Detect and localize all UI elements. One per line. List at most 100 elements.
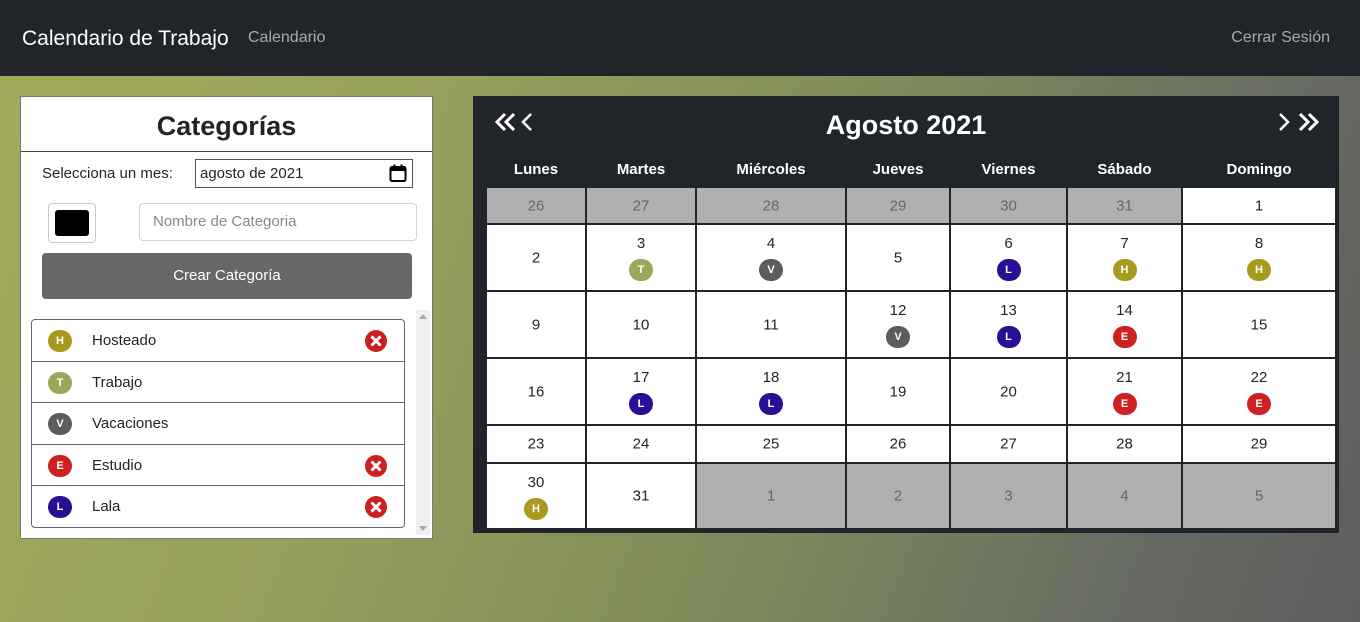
calendar-day-other-month[interactable]: 1 [697,464,845,528]
event-badge[interactable]: V [886,326,910,348]
day-number: 31 [1116,197,1133,214]
color-picker[interactable] [48,203,96,243]
event-badge[interactable]: E [1112,326,1137,348]
category-name: Vacaciones [92,415,169,433]
calendar-day[interactable]: 13 L [951,292,1066,357]
calendar-day-other-month[interactable]: 5 [1183,464,1335,528]
calendar-day[interactable]: 10 [587,292,695,357]
calendar-day[interactable]: 30 H [487,464,585,528]
calendar-day[interactable]: 28 [1068,426,1181,462]
calendar-day[interactable]: 4V [697,225,845,290]
calendar-day-other-month[interactable]: 26 [487,188,585,223]
calendar-day[interactable]: 20 [951,359,1066,424]
event-badge[interactable]: V [759,259,783,281]
calendar-day[interactable]: 14 E [1068,292,1181,357]
calendar-day[interactable]: 25 [697,426,845,462]
scroll-down-icon[interactable] [419,526,427,531]
calendar-day[interactable]: 21 E [1068,359,1181,424]
calendar-day-other-month[interactable]: 4 [1068,464,1181,528]
day-number: 24 [632,435,650,453]
event-badge[interactable]: L [629,393,653,415]
day-number: 29 [889,197,907,214]
calendar-day-other-month[interactable]: 30 [951,188,1066,223]
calendar-day[interactable]: 27 [951,426,1066,462]
calendar-day[interactable]: 1 [1183,188,1335,223]
calendar-day[interactable]: 5 [847,225,949,290]
category-name: Estudio [92,456,143,474]
calendar-day[interactable]: 17 L [587,359,695,424]
calendar-day[interactable]: 15 [1183,292,1335,357]
day-number: 30 [1000,197,1017,214]
calendar-day[interactable]: 31 [587,464,695,528]
day-number: 16 [527,383,545,400]
category-badge: H [48,330,72,352]
calendar-day[interactable]: 2 [487,225,585,290]
event-badge[interactable]: H [1112,259,1137,281]
event-badge[interactable]: H [524,498,548,520]
category-item[interactable]: T Trabajo [32,362,404,404]
calendar-day-other-month[interactable]: 29 [847,188,949,223]
delete-category-icon[interactable] [364,495,388,519]
calendar-day[interactable]: 12 V [847,292,949,357]
delete-category-icon[interactable] [364,329,388,353]
day-number: 26 [527,197,545,214]
calendar-day[interactable]: 19 [847,359,949,424]
event-badge[interactable]: L [996,326,1021,348]
calendar-day-other-month[interactable]: 31 [1068,188,1181,223]
day-number: 8 [1254,235,1264,252]
calendar-day[interactable]: 16 [487,359,585,424]
day-number: 15 [1250,316,1268,333]
calendar-day[interactable]: 8H [1183,225,1335,290]
calendar-day[interactable]: 9 [487,292,585,357]
calendar-day-other-month[interactable]: 3 [951,464,1066,528]
day-number: 11 [763,316,779,333]
day-number: 2 [531,249,541,266]
calendar-panel: Agosto 2021 Lunes Martes Miércoles Jueves Vi… [473,96,1339,533]
calendar-day[interactable]: 6L [951,225,1066,290]
calendar-icon[interactable] [389,164,407,183]
day-number: 2 [893,487,903,505]
event-badge[interactable]: H [1247,259,1271,281]
calendar-day[interactable]: 24 [587,426,695,462]
logout-link[interactable]: Cerrar Sesión [1231,29,1330,47]
calendar-day[interactable]: 22 E [1183,359,1335,424]
event-badge[interactable]: E [1112,393,1137,415]
weekday-header: Martes [616,161,666,178]
category-item[interactable]: L Lala [32,486,404,528]
scroll-up-icon[interactable] [419,314,427,319]
event-badge[interactable]: E [1247,393,1271,415]
category-name-input[interactable]: Nombre de Categoria [139,203,417,241]
calendar-day[interactable]: 29 [1183,426,1335,462]
event-badge[interactable]: L [996,259,1021,281]
calendar-day[interactable]: 26 [847,426,949,462]
category-item[interactable]: H Hosteado [32,320,404,362]
calendar-day-other-month[interactable]: 2 [847,464,949,528]
day-number: 10 [632,316,650,333]
category-badge: L [48,496,72,519]
event-badge[interactable]: L [759,393,783,415]
month-input[interactable]: agosto de 2021 [195,159,413,188]
category-item[interactable]: V Vacaciones [32,403,404,445]
event-badge[interactable]: T [629,259,653,281]
nav-link-calendar[interactable]: Calendario [248,29,325,47]
calendar-day[interactable]: 23 [487,426,585,462]
weekday-header: Sábado [1097,161,1152,178]
app-brand[interactable]: Calendario de Trabajo [22,27,229,51]
category-name: Hosteado [92,332,157,349]
category-list-scrollbar[interactable] [416,310,430,535]
day-number: 27 [1000,435,1017,453]
create-category-button[interactable]: Crear Categoría [42,253,412,299]
delete-category-icon[interactable] [364,454,388,478]
calendar-day[interactable]: 18 L [697,359,845,424]
category-item[interactable]: E Estudio [32,445,404,487]
day-number: 28 [762,197,780,214]
calendar-grid: Lunes Martes Miércoles Jueves Viernes Sábado D… [487,158,1335,528]
day-number: 12 [889,302,907,319]
calendar-day[interactable]: 11 [697,292,845,357]
calendar-day-other-month[interactable]: 28 [697,188,845,223]
calendar-day-other-month[interactable]: 27 [587,188,695,223]
calendar-day[interactable]: 3T [587,225,695,290]
next-year-icon[interactable] [1291,110,1321,134]
calendar-day[interactable]: 7H [1068,225,1181,290]
top-navbar: Calendario de Trabajo Calendario Cerrar … [0,0,1360,76]
